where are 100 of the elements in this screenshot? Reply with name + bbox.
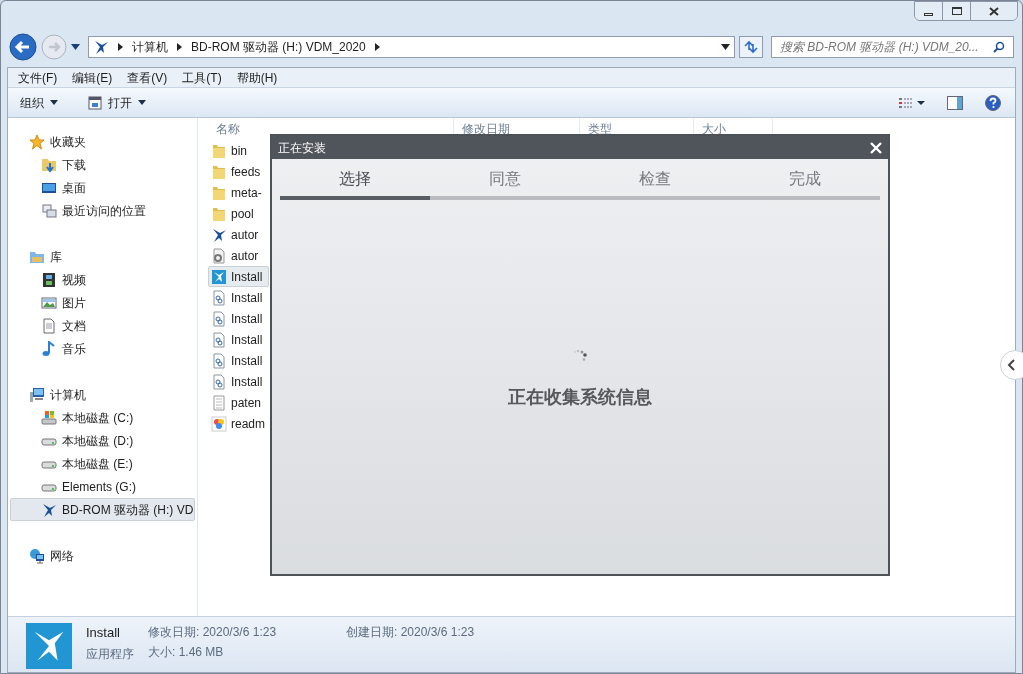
window-icon <box>88 95 102 110</box>
file-row[interactable]: pool <box>208 203 269 224</box>
system-drive-icon <box>41 409 57 426</box>
folder-icon <box>211 163 227 180</box>
logo-icon <box>211 226 227 243</box>
file-row[interactable]: Install <box>208 287 269 308</box>
step-tab[interactable]: 完成 <box>730 167 880 200</box>
step-tab[interactable]: 选择 <box>280 167 430 200</box>
breadcrumb[interactable]: 计算机 <box>132 38 168 56</box>
settings-file-icon <box>211 247 227 264</box>
nav-item[interactable]: 图片 <box>10 291 195 314</box>
organize-button[interactable]: 组织 <box>20 93 58 112</box>
file-row[interactable]: autor <box>208 224 269 245</box>
recent-places-icon <box>41 202 57 219</box>
search-placeholder: 搜索 BD-ROM 驱动器 (H:) VDM_20... <box>780 39 980 56</box>
file-name: Install <box>86 624 121 642</box>
open-button[interactable]: 打开 <box>88 93 146 112</box>
back-button[interactable] <box>9 33 37 61</box>
file-row[interactable]: Install <box>208 350 269 371</box>
file-row[interactable]: paten <box>208 392 269 413</box>
address-bar[interactable]: 计算机 BD-ROM 驱动器 (H:) VDM_2020 <box>88 36 735 58</box>
help-icon[interactable] <box>985 94 1001 111</box>
menu-item[interactable]: 查看(V) <box>127 68 168 87</box>
logo-icon <box>93 39 109 55</box>
loading-spinner-icon <box>573 350 587 362</box>
search-icon <box>993 41 1005 53</box>
star-icon <box>29 133 45 150</box>
folder-icon <box>211 205 227 222</box>
menu-item[interactable]: 帮助(H) <box>236 68 278 87</box>
file-size: 大小: 1.46 MB <box>148 644 225 661</box>
package-file-icon <box>211 310 227 327</box>
refresh-button[interactable] <box>739 36 763 58</box>
package-file-icon <box>211 289 227 306</box>
step-tab[interactable]: 检查 <box>580 167 730 200</box>
modified-date: 修改日期: 2020/3/6 1:23 <box>148 624 278 641</box>
file-row[interactable]: feeds <box>208 161 269 182</box>
dropdown-icon[interactable] <box>721 44 730 50</box>
file-row[interactable]: Install <box>208 329 269 350</box>
package-file-icon <box>211 331 227 348</box>
nav-item[interactable]: 音乐 <box>10 337 195 360</box>
minimize-button[interactable] <box>915 2 943 20</box>
app-icon <box>26 623 72 669</box>
menu-item[interactable]: 编辑(E) <box>72 68 113 87</box>
folder-icon <box>211 142 227 159</box>
status-message: 正在收集系统信息 <box>508 386 652 409</box>
color-wheel-icon <box>211 415 227 432</box>
step-tab[interactable]: 同意 <box>430 167 580 200</box>
chevron-right-icon <box>176 43 183 51</box>
file-row[interactable]: Install <box>208 266 269 287</box>
column-header[interactable]: 名称 <box>198 118 268 140</box>
text-file-icon <box>211 394 227 411</box>
package-file-icon <box>211 352 227 369</box>
network-icon <box>29 547 45 564</box>
close-icon[interactable] <box>870 141 882 154</box>
nav-item[interactable]: BD-ROM 驱动器 (H:) VD <box>10 498 195 521</box>
file-row[interactable]: autor <box>208 245 269 266</box>
chevron-right-icon <box>373 43 381 51</box>
caret-icon <box>138 100 146 105</box>
nav-item[interactable]: 桌面 <box>10 176 195 199</box>
breadcrumb[interactable]: BD-ROM 驱动器 (H:) VDM_2020 <box>191 38 366 56</box>
file-type: 应用程序 <box>86 645 134 663</box>
file-row[interactable]: bin <box>208 140 269 161</box>
music-note-icon <box>41 340 57 357</box>
package-file-icon <box>211 373 227 390</box>
nav-item[interactable]: 本地磁盘 (D:) <box>10 429 195 452</box>
download-folder-icon <box>41 156 57 173</box>
nav-item[interactable]: 计算机 <box>10 383 195 406</box>
nav-item[interactable]: Elements (G:) <box>10 475 195 498</box>
search-field[interactable]: 搜索 BD-ROM 驱动器 (H:) VDM_20... <box>771 36 1014 58</box>
film-icon <box>41 271 57 288</box>
preview-pane-icon[interactable] <box>947 95 963 110</box>
chevron-left-icon <box>1007 359 1015 371</box>
nav-item[interactable]: 收藏夹 <box>10 130 195 153</box>
file-row[interactable]: meta- <box>208 182 269 203</box>
nav-item[interactable]: 最近访问的位置 <box>10 199 195 222</box>
picture-icon <box>41 294 57 311</box>
caret-icon <box>50 100 58 105</box>
nav-item[interactable]: 网络 <box>10 544 195 567</box>
folder-icon <box>211 184 227 201</box>
file-row[interactable]: Install <box>208 371 269 392</box>
nav-item[interactable]: 库 <box>10 245 195 268</box>
history-dropdown-icon[interactable] <box>71 44 80 50</box>
nav-item[interactable]: 本地磁盘 (C:) <box>10 406 195 429</box>
file-row[interactable]: readm <box>208 413 269 434</box>
menu-item[interactable]: 工具(T) <box>182 68 222 87</box>
nav-item[interactable]: 文档 <box>10 314 195 337</box>
menu-item[interactable]: 文件(F) <box>18 68 58 87</box>
created-date: 创建日期: 2020/3/6 1:23 <box>346 624 475 641</box>
dialog-title: 正在安装 <box>278 139 326 157</box>
app-icon <box>211 268 227 285</box>
maximize-button[interactable] <box>943 2 971 20</box>
nav-item[interactable]: 下载 <box>10 153 195 176</box>
file-row[interactable]: Install <box>208 308 269 329</box>
nav-item[interactable]: 视频 <box>10 268 195 291</box>
drive-logo-icon <box>41 501 57 518</box>
nav-item[interactable]: 本地磁盘 (E:) <box>10 452 195 475</box>
document-icon <box>41 317 57 334</box>
view-options-icon[interactable] <box>899 97 925 108</box>
close-icon <box>989 6 999 16</box>
close-button[interactable] <box>971 2 1017 20</box>
